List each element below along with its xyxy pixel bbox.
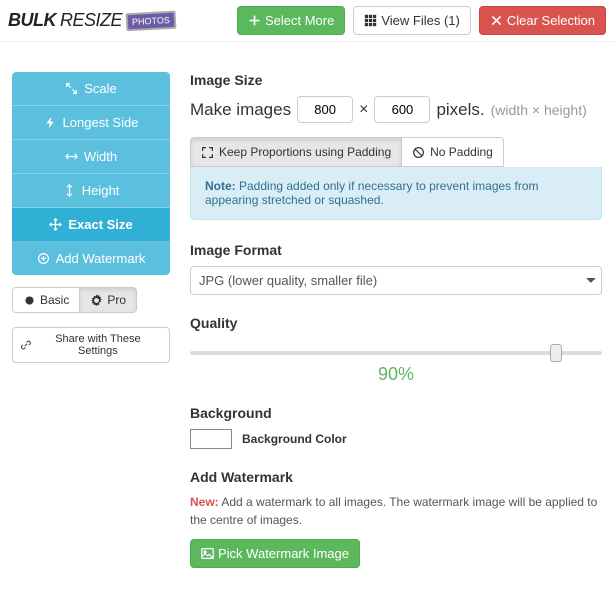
make-images-label: Make images [190,100,291,120]
nav-label: Add Watermark [56,251,146,266]
view-files-button[interactable]: View Files (1) [353,6,471,35]
basic-label: Basic [40,293,69,307]
nav-label: Height [82,183,120,198]
select-more-button[interactable]: Select More [237,6,345,35]
no-padding-tab[interactable]: No Padding [402,137,504,167]
nav-height[interactable]: Height [12,174,170,208]
top-bar: BULK RESIZE PHOTOS Select More View File… [0,0,614,42]
width-input[interactable] [297,96,353,123]
keep-padding-label: Keep Proportions using Padding [219,145,391,159]
close-icon [490,14,503,27]
logo-resize: RESIZE [60,10,122,31]
background-section: Background Background Color [190,405,602,449]
padding-note: Note: Padding added only if necessary to… [190,167,602,220]
note-text: Padding added only if necessary to preve… [205,179,539,207]
plus-circle-icon [37,252,50,265]
pro-label: Pro [107,293,126,307]
bolt-icon [44,116,57,129]
image-size-section: Image Size Make images × pixels. (width … [190,72,602,220]
watermark-title: Add Watermark [190,469,602,485]
top-actions: Select More View Files (1) Clear Selecti… [237,6,606,35]
basic-pro-toggle: Basic Pro [12,287,137,313]
height-input[interactable] [374,96,430,123]
logo-bulk: BULK [8,10,56,31]
select-more-label: Select More [265,13,334,28]
watermark-section: Add Watermark New: Add a watermark to al… [190,469,602,568]
link-icon [21,340,31,350]
background-color-label: Background Color [242,432,347,446]
note-label: Note: [205,179,236,193]
share-label: Share with These Settings [35,333,161,357]
nav-add-watermark[interactable]: Add Watermark [12,242,170,275]
view-files-label: View Files (1) [381,13,460,28]
no-padding-label: No Padding [430,145,493,159]
watermark-desc-text: Add a watermark to all images. The water… [190,495,597,527]
pick-watermark-button[interactable]: Pick Watermark Image [190,539,360,568]
background-color-swatch[interactable] [190,429,232,449]
pixels-label: pixels. [436,100,484,120]
main-panel: Image Size Make images × pixels. (width … [190,72,602,588]
basic-button[interactable]: Basic [12,287,80,313]
new-badge: New: [190,495,219,509]
nav-label: Scale [84,81,117,96]
nav-label: Longest Side [63,115,139,130]
arrows-v-icon [63,184,76,197]
grid-icon [364,14,377,27]
logo-badge: PHOTOS [126,10,177,31]
logo: BULK RESIZE PHOTOS [8,10,176,31]
image-icon [201,547,214,560]
watermark-description: New: Add a watermark to all images. The … [190,493,602,529]
padding-tabs: Keep Proportions using Padding No Paddin… [190,137,602,167]
quality-slider[interactable] [190,351,602,355]
nav-width[interactable]: Width [12,140,170,174]
width-height-hint: (width × height) [491,102,587,118]
times-symbol: × [359,101,368,119]
resize-mode-nav: Scale Longest Side Width Height Exact Si… [12,72,170,275]
clear-selection-button[interactable]: Clear Selection [479,6,606,35]
image-format-title: Image Format [190,242,602,258]
fullscreen-icon [201,146,214,159]
share-settings-button[interactable]: Share with These Settings [12,327,170,363]
nav-exact-size[interactable]: Exact Size [12,208,170,242]
quality-title: Quality [190,315,602,331]
pick-watermark-label: Pick Watermark Image [218,546,349,561]
circle-icon [23,294,36,307]
quality-section: Quality 90% [190,315,602,385]
quality-value: 90% [190,364,602,385]
nav-label: Exact Size [68,217,132,232]
format-select[interactable]: JPG (lower quality, smaller file) [190,266,602,295]
nav-scale[interactable]: Scale [12,72,170,106]
gear-icon [90,294,103,307]
sidebar: Scale Longest Side Width Height Exact Si… [12,72,170,588]
keep-proportions-tab[interactable]: Keep Proportions using Padding [190,137,402,167]
plus-icon [248,14,261,27]
image-size-title: Image Size [190,72,602,88]
pro-button[interactable]: Pro [80,287,137,313]
nav-longest-side[interactable]: Longest Side [12,106,170,140]
nav-label: Width [84,149,117,164]
background-title: Background [190,405,602,421]
move-icon [49,218,62,231]
arrows-h-icon [65,150,78,163]
image-format-section: Image Format JPG (lower quality, smaller… [190,242,602,295]
clear-selection-label: Clear Selection [507,13,595,28]
ban-icon [412,146,425,159]
expand-icon [65,82,78,95]
